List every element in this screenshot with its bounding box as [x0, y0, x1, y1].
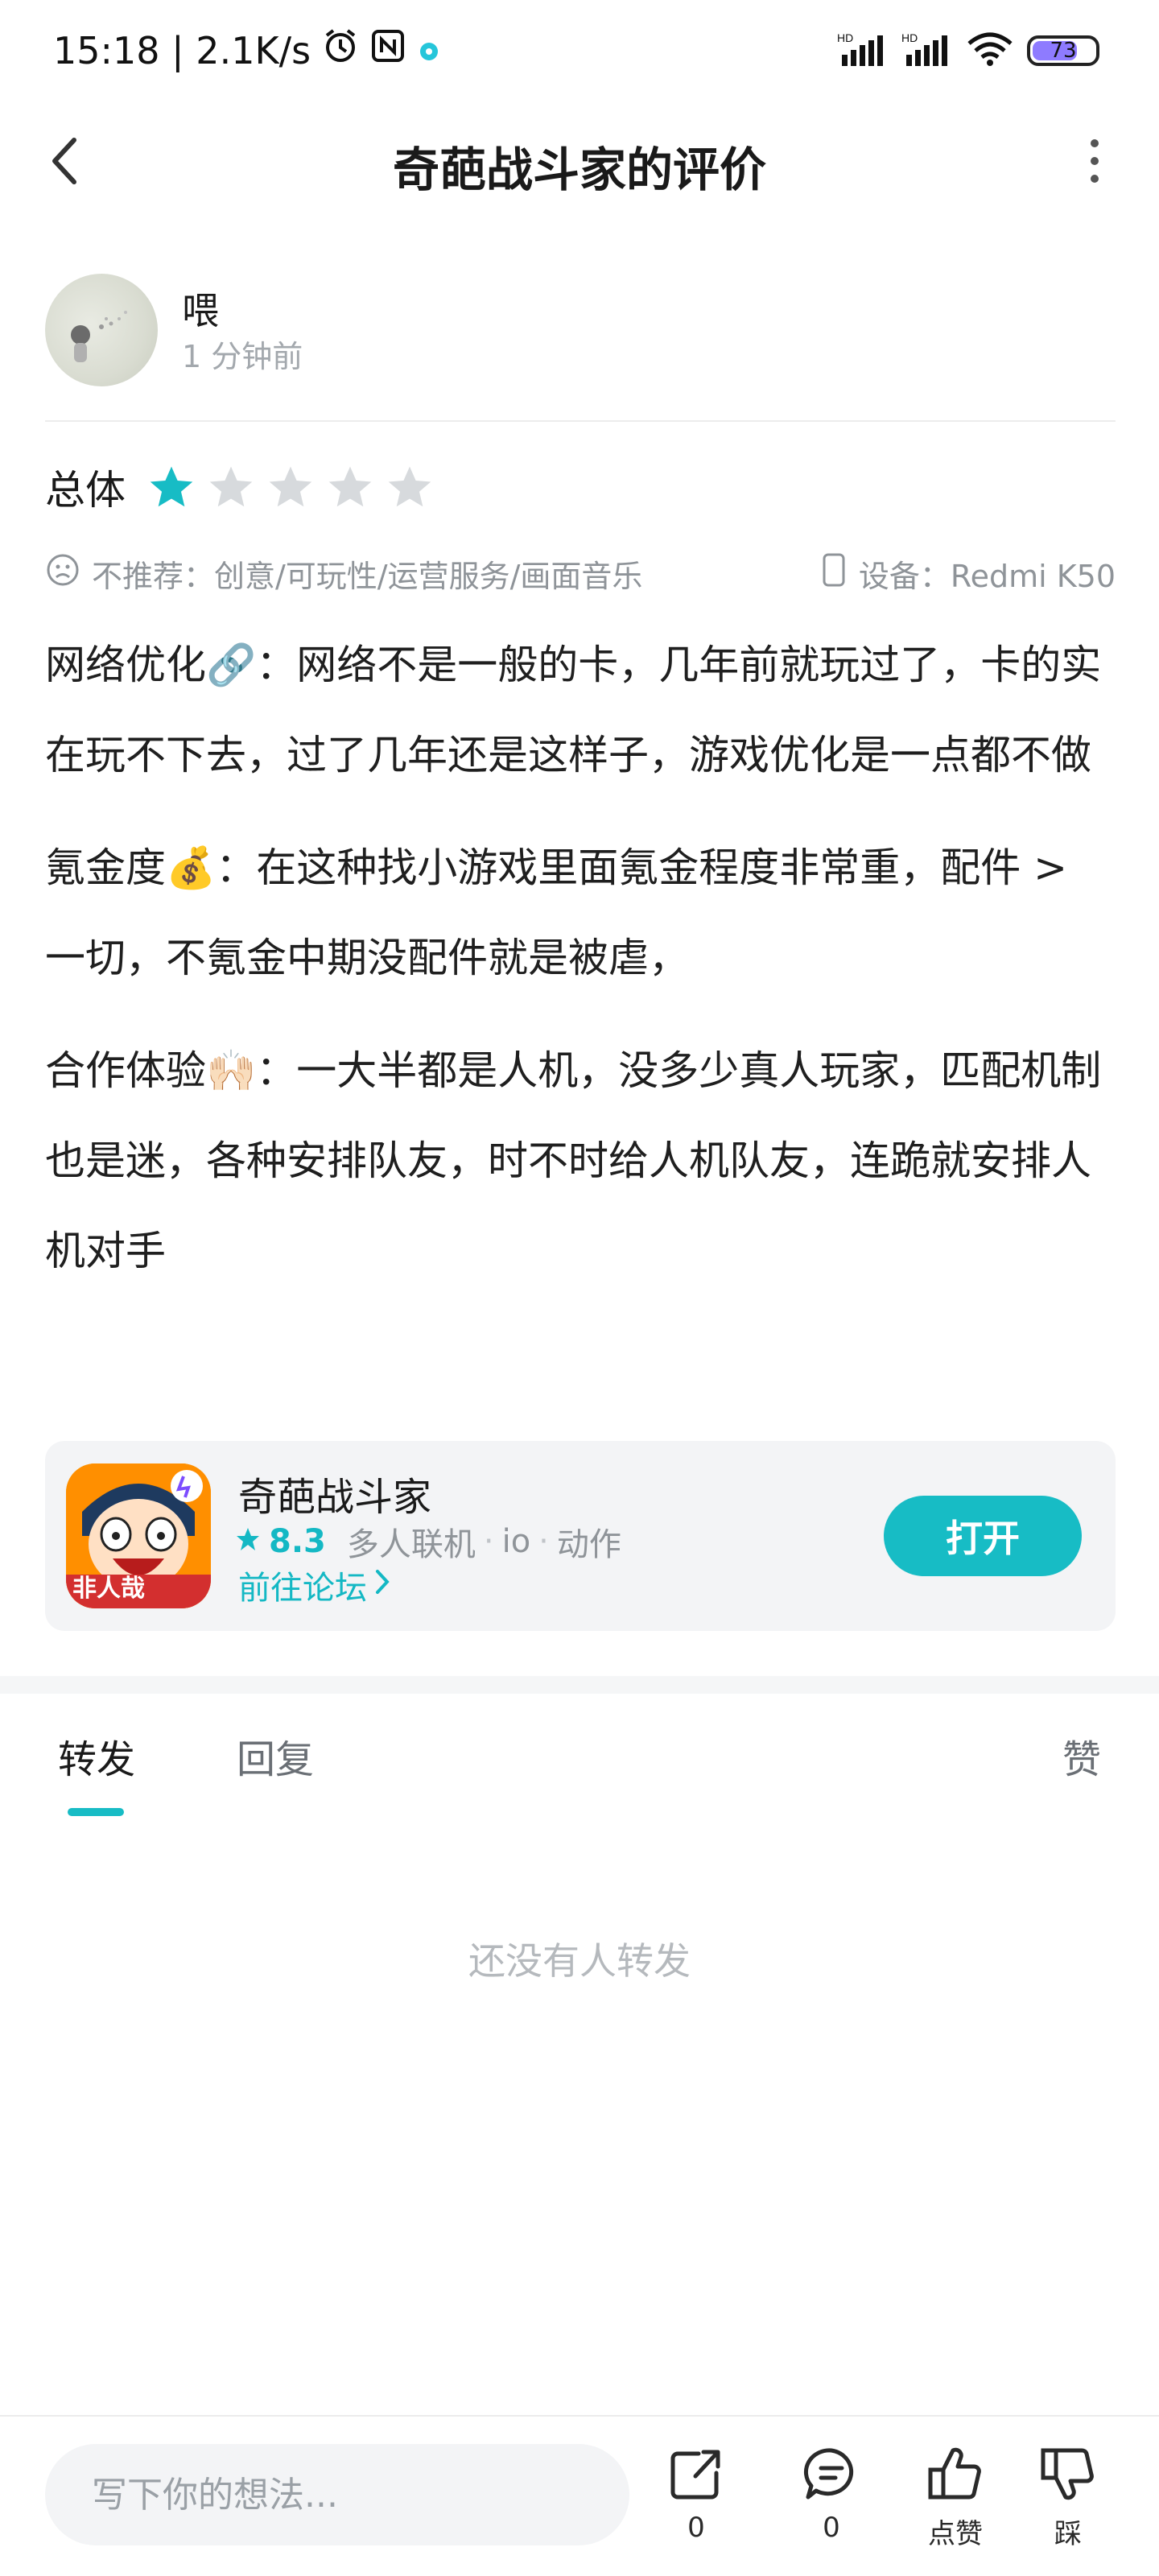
page-title: 奇葩战斗家的评价 [392, 142, 766, 197]
nfc-icon [370, 28, 406, 72]
more-options-icon[interactable] [1062, 129, 1127, 193]
svg-text:HD: HD [837, 31, 853, 44]
divider [0, 2415, 1159, 2417]
chevron-right-icon [373, 1567, 391, 1604]
section-divider [0, 1676, 1159, 1694]
wifi-icon [966, 31, 1014, 71]
review-meta: 不推荐：创意/可玩性/运营服务/画面音乐 设备：Redmi K50 [45, 551, 1116, 595]
nav-bar: 奇葩战斗家的评价 [0, 113, 1159, 209]
not-recommend-text: 不推荐：创意/可玩性/运营服务/画面音乐 [92, 558, 643, 594]
game-score: 8.3 [269, 1523, 326, 1560]
thumbs-down-icon [1038, 2444, 1098, 2504]
open-game-button[interactable]: 打开 [884, 1496, 1082, 1576]
like-label: 点赞 [928, 2518, 983, 2550]
star-empty-icon [269, 466, 312, 507]
dislike-label: 踩 [1054, 2518, 1082, 2550]
device-text: 设备：Redmi K50 [858, 558, 1116, 594]
battery-level: 73 [1050, 39, 1077, 63]
review-paragraph: 氪金度💰：在这种找小游戏里面氪金程度非常重，配件 > 一切，不氪金中期没配件就是… [45, 844, 1068, 981]
app-notification-icon [417, 29, 441, 72]
like-button[interactable]: 点赞 [903, 2444, 1008, 2565]
share-count: 0 [687, 2512, 705, 2544]
game-name[interactable]: 奇葩战斗家 [238, 1465, 431, 1521]
status-bar: 15:18 | 2.1K/s HD HD 73 [0, 0, 1159, 97]
signal-hd-icon-2: HD [901, 31, 953, 71]
svg-text:HD: HD [901, 31, 918, 44]
battery-icon: 73 [1027, 35, 1099, 66]
tab-like[interactable]: 赞 [1062, 1728, 1101, 1784]
post-time: 1 分钟前 [182, 339, 303, 374]
interaction-tabs: 转发 回复 赞 [0, 1694, 1159, 1823]
share-button[interactable]: 0 [644, 2444, 749, 2565]
sad-face-icon [45, 552, 80, 595]
author-name[interactable]: 喂 [182, 282, 219, 335]
comment-icon [802, 2444, 861, 2504]
game-icon[interactable]: 非人哉 [66, 1463, 211, 1608]
avatar[interactable] [45, 274, 158, 386]
game-icon-text: 非人哉 [72, 1575, 145, 1603]
tab-repost[interactable]: 转发 [58, 1728, 135, 1784]
tag-separator: · [538, 1523, 549, 1560]
share-icon [666, 2444, 726, 2504]
forum-link[interactable]: 前往论坛 [238, 1562, 391, 1608]
signal-hd-icon: HD [837, 31, 889, 71]
review-body: 网络优化🔗：网络不是一般的卡，几年前就玩过了，卡的实在玩不下去，过了几年还是这样… [45, 620, 1116, 1319]
review-author: 喂 1 分钟前 [45, 274, 1116, 386]
tag-separator: · [483, 1523, 494, 1560]
status-time: 15:18 | 2.1K/s [53, 28, 311, 72]
divider [45, 420, 1116, 422]
rating-label: 总体 [45, 467, 126, 514]
game-card[interactable]: 非人哉 奇葩战斗家 8.3 多人联机 · io · 动作 前往论坛 打开 [45, 1441, 1116, 1631]
forum-link-label: 前往论坛 [238, 1570, 367, 1607]
score-star-icon [235, 1523, 261, 1560]
alarm-icon [322, 27, 359, 73]
empty-state: 还没有人转发 [468, 1939, 691, 1983]
game-meta: 8.3 多人联机 · io · 动作 [235, 1518, 621, 1565]
game-tag: io [501, 1523, 531, 1560]
comment-button[interactable]: 0 [779, 2444, 884, 2565]
star-empty-icon [388, 466, 431, 507]
thumbs-up-icon [926, 2444, 985, 2504]
star-empty-icon [328, 466, 372, 507]
game-tag: 多人联机 [346, 1526, 476, 1563]
star-filled-icon [150, 466, 193, 507]
status-left: 15:18 | 2.1K/s [53, 27, 441, 73]
comment-count: 0 [823, 2512, 840, 2544]
comment-input[interactable] [45, 2444, 629, 2545]
phone-icon [822, 552, 846, 595]
dislike-button[interactable]: 踩 [1016, 2444, 1120, 2565]
review-paragraph: 合作体验🙌🏻：一大半都是人机，没多少真人玩家，匹配机制也是迷，各种安排队友，时不… [45, 1047, 1102, 1274]
status-right: HD HD 73 [837, 31, 1099, 71]
star-rating [148, 464, 446, 510]
active-tab-indicator [68, 1808, 124, 1816]
tab-reply[interactable]: 回复 [237, 1728, 314, 1784]
rating-row: 总体 [45, 459, 446, 515]
star-empty-icon [209, 466, 253, 507]
review-paragraph: 网络优化🔗：网络不是一般的卡，几年前就玩过了，卡的实在玩不下去，过了几年还是这样… [45, 642, 1102, 778]
game-tag: 动作 [556, 1526, 621, 1563]
